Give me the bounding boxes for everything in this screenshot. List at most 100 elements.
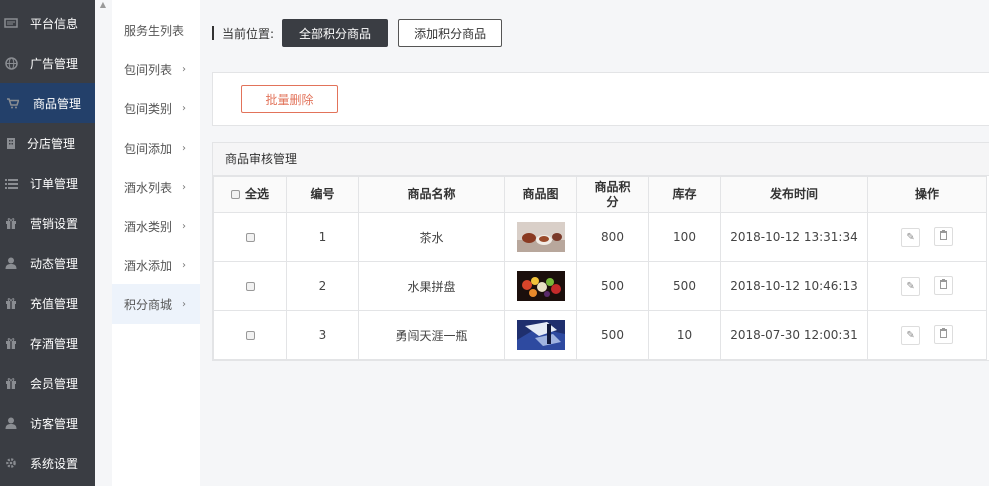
cell-stock: 500 — [648, 261, 721, 311]
column-header-name: 商品名称 — [358, 176, 505, 213]
submenu-item-waiter-list[interactable]: 服务生列表 — [112, 10, 200, 50]
cell-id: 3 — [286, 310, 359, 360]
row-checkbox[interactable] — [245, 233, 255, 242]
cell-time: 2018-10-12 10:46:13 — [720, 261, 868, 311]
product-thumbnail-fruit — [516, 271, 565, 301]
trash-icon — [939, 328, 948, 341]
cart-icon — [6, 97, 20, 109]
column-header-time: 发布时间 — [720, 176, 868, 213]
table-row: 3 勇闯天涯一瓶 500 10 2018-07-30 12:00:31 ✎ — [213, 310, 987, 360]
cell-time: 2018-10-12 13:31:34 — [720, 212, 868, 262]
sidebar-item-ads[interactable]: 广告管理 — [0, 43, 95, 83]
row-checkbox-cell — [213, 310, 287, 360]
edit-button[interactable]: ✎ — [901, 228, 921, 247]
select-all-checkbox[interactable] — [230, 189, 240, 199]
all-points-products-button[interactable]: 全部积分商品 — [282, 19, 389, 47]
sidebar-item-marketing[interactable]: 营销设置 — [0, 203, 95, 243]
submenu-item-drink-list[interactable]: 酒水列表 › — [112, 167, 200, 207]
submenu-item-room-list[interactable]: 包间列表 › — [112, 49, 200, 89]
gift-icon — [4, 217, 18, 229]
submenu-item-label: 包间列表 — [124, 62, 173, 77]
product-thumbnail-tea — [516, 222, 565, 252]
panel-title: 商品审核管理 — [213, 143, 989, 176]
row-checkbox[interactable] — [245, 282, 255, 291]
sidebar-item-visitors[interactable]: 访客管理 — [0, 403, 95, 443]
product-review-panel: 商品审核管理 全选 编号 商品名称 商品图 商品积分 库存 发布时间 操作 1 … — [212, 142, 989, 361]
pencil-icon: ✎ — [906, 232, 915, 243]
batch-delete-button[interactable]: 批量删除 — [241, 85, 338, 113]
submenu-item-label: 酒水类别 — [124, 219, 173, 234]
delete-button[interactable] — [933, 325, 953, 344]
submenu-item-drink-add[interactable]: 酒水添加 › — [112, 245, 200, 285]
scroll-up-arrow-icon[interactable]: ▲ — [97, 0, 109, 10]
cell-id: 1 — [286, 212, 359, 262]
edit-button[interactable]: ✎ — [901, 277, 921, 296]
cell-image — [504, 261, 577, 311]
cell-points: 500 — [576, 261, 649, 311]
sidebar-item-label: 商品管理 — [33, 96, 82, 111]
delete-button[interactable] — [933, 227, 953, 246]
sidebar-item-news[interactable]: 动态管理 — [0, 243, 95, 283]
trash-icon — [939, 279, 948, 292]
cell-name: 茶水 — [358, 212, 505, 262]
sidebar-item-label: 存酒管理 — [30, 336, 79, 351]
sidebar-item-settings[interactable]: 系统设置 — [0, 443, 95, 483]
sidebar-item-members[interactable]: 会员管理 — [0, 363, 95, 403]
globe-icon — [4, 56, 18, 70]
sidebar-item-products[interactable]: 商品管理 — [0, 83, 95, 123]
sidebar-item-label: 订单管理 — [30, 176, 79, 191]
submenu-item-points-mall[interactable]: 积分商城 › — [112, 284, 200, 324]
edit-button[interactable]: ✎ — [901, 326, 921, 345]
sidebar-item-orders[interactable]: 订单管理 — [0, 163, 95, 203]
chevron-right-icon: › — [182, 220, 186, 232]
sidebar-item-wine-storage[interactable]: 存酒管理 — [0, 323, 95, 363]
add-points-product-button[interactable]: 添加积分商品 — [398, 19, 503, 47]
row-checkbox[interactable] — [245, 331, 255, 340]
column-header-image: 商品图 — [504, 176, 577, 213]
cell-actions: ✎ — [867, 261, 987, 311]
sidebar-item-branches[interactable]: 分店管理 — [0, 123, 95, 163]
sidebar-item-label: 访客管理 — [30, 416, 79, 431]
main-content: 当前位置: 全部积分商品 添加积分商品 批量删除 商品审核管理 全选 编号 商品… — [200, 0, 989, 486]
column-header-points: 商品积分 — [576, 176, 649, 213]
submenu-item-label: 酒水添加 — [124, 258, 173, 273]
select-all-label: 全选 — [244, 186, 269, 201]
cell-image — [504, 212, 577, 262]
table-row: 1 茶水 800 100 2018-10-12 13:31:34 ✎ — [213, 212, 987, 262]
main-sidebar: 平台信息 广告管理 商品管理 分店管理 订单管理 营销设置 动态管理 充值管理 … — [0, 0, 95, 486]
sidebar-item-label: 平台信息 — [30, 16, 79, 31]
toolbar-panel: 批量删除 — [212, 72, 989, 126]
sidebar-item-label: 会员管理 — [30, 376, 79, 391]
submenu-item-label: 服务生列表 — [124, 23, 185, 38]
submenu-item-drink-category[interactable]: 酒水类别 › — [112, 206, 200, 246]
row-checkbox-cell — [213, 212, 287, 262]
submenu-item-room-category[interactable]: 包间类别 › — [112, 88, 200, 128]
product-thumbnail-beer — [516, 320, 565, 350]
submenu-item-label: 包间添加 — [124, 141, 173, 156]
column-header-id: 编号 — [286, 176, 359, 213]
sidebar-item-label: 分店管理 — [27, 136, 76, 151]
chevron-right-icon: › — [182, 259, 186, 271]
chevron-right-icon: › — [182, 102, 186, 114]
sidebar-item-label: 动态管理 — [30, 256, 79, 271]
submenu-item-label: 积分商城 — [124, 297, 173, 312]
breadcrumb-divider — [212, 26, 214, 40]
pencil-icon: ✎ — [906, 330, 915, 341]
column-header-stock: 库存 — [648, 176, 721, 213]
sidebar-item-recharge[interactable]: 充值管理 — [0, 283, 95, 323]
trash-icon — [939, 230, 948, 243]
select-all-header: 全选 — [213, 176, 287, 213]
submenu-item-label: 酒水列表 — [124, 180, 173, 195]
gift-icon — [4, 377, 18, 389]
user-icon — [4, 417, 18, 429]
cell-name: 勇闯天涯一瓶 — [358, 310, 505, 360]
building-icon — [4, 137, 18, 149]
cell-stock: 10 — [648, 310, 721, 360]
delete-button[interactable] — [933, 276, 953, 295]
sidebar-item-label: 系统设置 — [30, 456, 79, 471]
product-table: 全选 编号 商品名称 商品图 商品积分 库存 发布时间 操作 1 茶水 800 … — [213, 176, 987, 360]
cell-time: 2018-07-30 12:00:31 — [720, 310, 868, 360]
sidebar-item-platform-info[interactable]: 平台信息 — [0, 3, 95, 43]
submenu-item-room-add[interactable]: 包间添加 › — [112, 128, 200, 168]
cell-name: 水果拼盘 — [358, 261, 505, 311]
